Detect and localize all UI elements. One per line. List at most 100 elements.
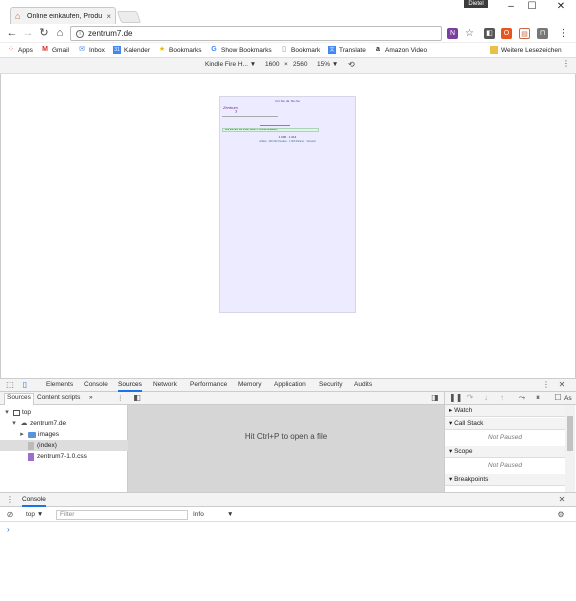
new-tab-button[interactable]	[116, 11, 142, 23]
reload-icon[interactable]: ↻	[37, 26, 51, 40]
preview-logo-suffix: 7	[235, 109, 238, 114]
home-icon[interactable]: ⌂	[53, 26, 67, 40]
onenote-extension-icon[interactable]: N	[447, 28, 458, 39]
height-input[interactable]: 2560	[293, 61, 307, 68]
tree-label: top	[22, 409, 32, 416]
tree-label: (index)	[37, 442, 57, 449]
log-level-value: Info	[193, 511, 204, 518]
device-menu-icon[interactable]: ⋮	[562, 59, 570, 68]
watch-section[interactable]: ▸ Watch	[445, 405, 565, 417]
back-icon[interactable]: ←	[5, 26, 19, 40]
log-level-dropdown-icon[interactable]: ▼	[227, 511, 233, 518]
devtools-menu-icon[interactable]: ⋮	[541, 380, 551, 390]
section-label: Scope	[454, 448, 473, 455]
device-preview[interactable]: Für Sie da: Mo-Sa Zentrum 7 Wie können w…	[219, 96, 356, 313]
navigator-tab-sources[interactable]: Sources	[4, 393, 34, 405]
navigator-menu-icon[interactable]: ⋮	[117, 394, 124, 402]
tab-sources[interactable]: Sources	[118, 381, 142, 392]
bookmark-inbox[interactable]: ✉ Inbox	[78, 45, 105, 55]
bookmark-bookmarks[interactable]: ★ Bookmarks	[158, 45, 202, 55]
close-window-button[interactable]: ✕	[546, 0, 576, 14]
profile-badge[interactable]: Dietel	[464, 0, 488, 8]
maximize-button[interactable]: ☐	[517, 0, 547, 14]
tab-performance[interactable]: Performance	[190, 381, 227, 388]
zoom-select[interactable]: 15% ▼	[317, 61, 338, 68]
bookmark-show-bookmarks[interactable]: G Show Bookmarks	[210, 45, 271, 55]
bookmark-bookmark[interactable]: ▯ Bookmark	[280, 45, 320, 55]
bookmark-label: Apps	[18, 46, 33, 54]
tab-application[interactable]: Application	[274, 381, 306, 388]
context-value: top	[26, 511, 36, 518]
tree-label: zentrum7-1.0.css	[37, 453, 87, 460]
sources-editor[interactable]: ◧ ◨ Hit Ctrl+P to open a file	[128, 392, 444, 492]
tab-console[interactable]: Console	[84, 381, 108, 388]
devtools-close-icon[interactable]: ✕	[557, 380, 567, 390]
breakpoints-section[interactable]: ▾ Breakpoints	[445, 474, 565, 486]
tab-security[interactable]: Security	[319, 381, 342, 388]
tab-memory[interactable]: Memory	[238, 381, 261, 388]
device-mode-icon[interactable]: ▯	[20, 380, 30, 390]
tab-network[interactable]: Network	[153, 381, 177, 388]
section-label: Call Stack	[454, 420, 484, 427]
log-level-select[interactable]: Info	[193, 511, 204, 518]
bookmark-translate[interactable]: 文 Translate	[328, 45, 366, 55]
bookmark-star-icon[interactable]: ☆	[464, 28, 475, 39]
async-checkbox[interactable]: ☐	[553, 393, 563, 403]
browser-tab[interactable]: ⌂ Online einkaufen, Produ ×	[10, 7, 116, 24]
width-input[interactable]: 1600	[265, 61, 279, 68]
console-settings-icon[interactable]: ⚙	[556, 510, 566, 520]
step-out-icon[interactable]: ↑	[497, 393, 507, 403]
console-filter-input[interactable]: Filter	[56, 510, 188, 520]
inbox-icon: ✉	[79, 46, 85, 53]
title-bar: ⌂ Online einkaufen, Produ × Dietel – ☐ ✕	[0, 0, 576, 24]
clear-console-icon[interactable]: ⊘	[5, 510, 15, 520]
scope-section[interactable]: ▾ Scope	[445, 446, 565, 458]
pause-icon[interactable]: ❚❚	[449, 393, 462, 403]
page-icon: ▯	[282, 46, 286, 53]
device-select[interactable]: Kindle Fire H... ▼	[205, 61, 256, 68]
tree-item-images[interactable]: ▸ images	[0, 429, 128, 440]
step-over-icon[interactable]: ↷	[465, 393, 475, 403]
console-prompt[interactable]: ›	[7, 525, 10, 534]
site-info-icon[interactable]: i	[76, 29, 84, 38]
tab-audits[interactable]: Audits	[354, 381, 372, 388]
office-extension-icon[interactable]: O	[501, 28, 512, 39]
drawer-tab-console[interactable]: Console	[22, 496, 46, 507]
inspect-element-icon[interactable]: ⬚	[5, 380, 15, 390]
address-bar[interactable]: i zentrum7.de	[70, 26, 442, 41]
deactivate-breakpoints-icon[interactable]: ⤳	[517, 393, 527, 403]
rotate-icon[interactable]: ⟲	[348, 60, 355, 69]
drawer-menu-icon[interactable]: ⋮	[5, 495, 15, 505]
devtools-tabbar: ⬚ ▯ Elements Console Sources Network Per…	[0, 379, 576, 392]
toggle-debugger-icon[interactable]: ◨	[430, 393, 440, 403]
device-name: Kindle Fire H...	[205, 61, 248, 68]
extension-icon[interactable]: ◧	[484, 28, 495, 39]
debugger-scrollbar-thumb[interactable]	[567, 416, 573, 451]
lock-extension-icon[interactable]: ⊓	[537, 28, 548, 39]
bookmark-amazon-video[interactable]: a Amazon Video	[374, 45, 427, 55]
bookmark-other[interactable]: Weitere Lesezeichen	[490, 45, 562, 55]
tab-elements[interactable]: Elements	[46, 381, 73, 388]
bookmark-apps[interactable]: ⁘ Apps	[7, 45, 33, 55]
cloud-icon: ☁	[20, 420, 28, 427]
bookmark-kalender[interactable]: 31 Kalender	[113, 45, 150, 55]
pause-on-exceptions-icon[interactable]: ⏸	[533, 393, 543, 403]
tree-item-css[interactable]: zentrum7-1.0.css	[0, 451, 128, 462]
forward-icon[interactable]: →	[21, 26, 35, 40]
drawer-close-icon[interactable]: ✕	[557, 495, 567, 505]
tree-item-domain[interactable]: ▾ ☁ zentrum7.de	[0, 418, 128, 429]
calendar-extension-icon[interactable]: ▤	[519, 28, 530, 39]
bookmark-gmail[interactable]: M Gmail	[41, 45, 69, 55]
toggle-navigator-icon[interactable]: ◧	[132, 393, 142, 403]
tree-item-index[interactable]: (index)	[0, 440, 128, 451]
tree-item-top[interactable]: ▾ top	[0, 407, 128, 418]
context-select[interactable]: top ▼	[26, 511, 43, 518]
tab-close-icon[interactable]: ×	[106, 12, 111, 21]
navigator-more-tabs[interactable]: »	[89, 394, 93, 401]
expand-arrow-icon: ▾	[5, 409, 9, 416]
open-file-hint: Hit Ctrl+P to open a file	[244, 432, 328, 441]
step-into-icon[interactable]: ↓	[481, 393, 491, 403]
menu-icon[interactable]: ⋮	[558, 28, 569, 39]
call-stack-section[interactable]: ▾ Call Stack	[445, 418, 565, 430]
navigator-tab-content-scripts[interactable]: Content scripts	[37, 394, 80, 401]
